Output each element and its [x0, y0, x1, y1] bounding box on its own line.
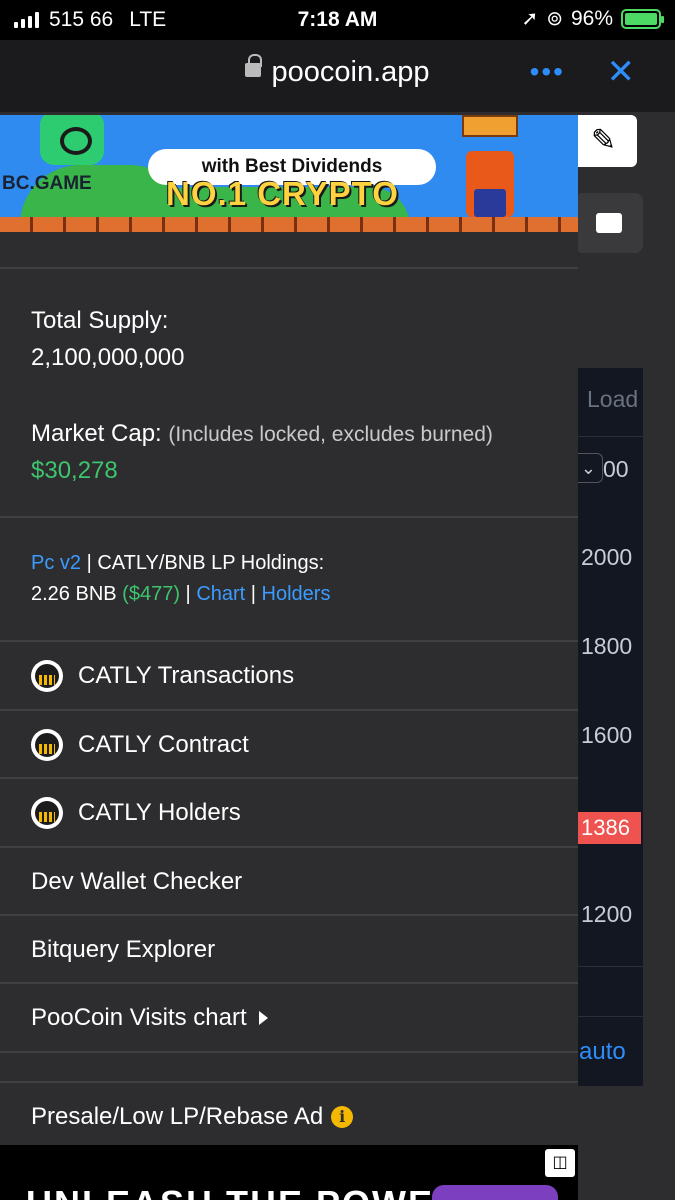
auto-scale-button[interactable]: auto: [579, 1038, 626, 1066]
lp-values-row: 2.26 BNB ($477) | Chart | Holders: [31, 583, 330, 606]
menu-item-visits-chart[interactable]: PooCoin Visits chart: [0, 984, 578, 1051]
caret-right-icon: [258, 1010, 268, 1025]
total-supply-label: Total Supply:: [31, 307, 169, 334]
menu-item-presale-ad[interactable]: Presale/Low LP/Rebase Ad i: [0, 1083, 578, 1150]
wallet-icon[interactable]: [575, 193, 643, 253]
chart-loading-label: Load: [587, 386, 639, 412]
chart-divider: [575, 1016, 643, 1017]
poocoin-icon: [31, 728, 63, 761]
menu-item-dev-wallet-checker[interactable]: Dev Wallet Checker: [0, 848, 578, 915]
ad-choices-icon[interactable]: ◫: [545, 1149, 575, 1177]
market-cap-label: Market Cap:: [31, 420, 162, 447]
banner-headline: NO.1 CRYPTO: [166, 175, 399, 212]
divider: [0, 267, 578, 269]
status-bar: 515 66 LTE 7:18 AM ➚ ⊚ 96%: [0, 0, 675, 40]
lp-holdings-row: Pc v2 | CATLY/BNB LP Holdings:: [31, 552, 324, 575]
bcgame-logo-icon: [40, 115, 104, 165]
interval-select[interactable]: ⌄: [575, 453, 603, 483]
separator: |: [250, 583, 256, 605]
ad-banner[interactable]: BC.GAME with Best Dividends NO.1 CRYPTO: [0, 115, 578, 232]
menu-item-contract[interactable]: CATLY Contract: [0, 711, 578, 778]
separator: |: [185, 583, 191, 605]
menu-item-label: CATLY Transactions: [78, 661, 295, 689]
battery-icon: [621, 8, 664, 29]
edit-icon[interactable]: ✎: [570, 115, 637, 167]
total-supply-value: 2,100,000,000: [31, 344, 185, 371]
status-right: ➚ ⊚ 96%: [521, 6, 664, 31]
chart-link[interactable]: Chart: [196, 583, 245, 605]
menu-item-label: PooCoin Visits chart: [31, 1003, 247, 1031]
location-icon: ➚: [521, 8, 539, 30]
menu-item-transactions[interactable]: CATLY Transactions: [0, 642, 578, 709]
price-label: 1600: [581, 722, 633, 748]
lp-pair-label: CATLY/BNB LP Holdings:: [97, 552, 325, 574]
url-text: poocoin.app: [271, 56, 430, 88]
market-cap-value: $30,278: [31, 457, 118, 484]
banner-brand: BC.GAME: [2, 173, 92, 194]
orientation-lock-icon: ⊚: [546, 8, 563, 30]
bottom-ad-text: UNLEASH THE POWER: [26, 1183, 462, 1200]
chart-divider: [575, 436, 643, 437]
info-icon[interactable]: i: [331, 1105, 354, 1128]
background-chart: Load ⌄ 00 2000 1800 1600 1386 1200 auto: [575, 368, 643, 1086]
menu-item-label: Bitquery Explorer: [31, 935, 216, 963]
close-icon[interactable]: ✕: [607, 52, 636, 92]
browser-url-bar[interactable]: poocoin.app ••• ✕: [0, 40, 675, 112]
url-display[interactable]: poocoin.app: [0, 54, 675, 89]
pc-v2-link[interactable]: Pc v2: [31, 552, 81, 574]
holders-link[interactable]: Holders: [262, 583, 331, 605]
lp-bnb-amount: 2.26 BNB: [31, 583, 117, 605]
menu-item-label: CATLY Holders: [78, 798, 241, 826]
separator: |: [86, 552, 92, 574]
menu-item-holders[interactable]: CATLY Holders: [0, 779, 578, 846]
chart-divider: [575, 966, 643, 967]
market-cap-note: (Includes locked, excludes burned): [168, 423, 493, 446]
poocoin-icon: [31, 659, 63, 692]
poocoin-icon: [31, 796, 63, 829]
divider: [0, 516, 578, 518]
price-label: 1800: [581, 633, 633, 659]
bottom-ad-banner[interactable]: UNLEASH THE POWER ◫: [0, 1145, 578, 1200]
lp-usd-amount: ($477): [122, 583, 180, 605]
divider: [0, 1051, 578, 1053]
dino-mascot-icon: [466, 151, 514, 217]
interval-value: 00: [603, 456, 629, 482]
menu-item-label: CATLY Contract: [78, 730, 249, 758]
ellipsis-icon[interactable]: •••: [530, 56, 565, 88]
market-cap-row: Market Cap: (Includes locked, excludes b…: [31, 420, 493, 448]
price-label: 1200: [581, 901, 633, 927]
question-block-icon: [462, 115, 518, 137]
menu-item-label: Presale/Low LP/Rebase Ad: [31, 1102, 324, 1130]
menu-item-label: Dev Wallet Checker: [31, 867, 243, 895]
battery-percent: 96%: [570, 6, 613, 30]
lock-icon: [245, 54, 263, 78]
price-label: 2000: [581, 544, 633, 570]
current-price-tag: 1386: [575, 812, 641, 844]
side-drawer: BC.GAME with Best Dividends NO.1 CRYPTO …: [0, 115, 578, 1200]
bottom-ad-button[interactable]: [432, 1185, 558, 1200]
menu-item-bitquery-explorer[interactable]: Bitquery Explorer: [0, 916, 578, 983]
banner-bricks: [0, 217, 578, 232]
